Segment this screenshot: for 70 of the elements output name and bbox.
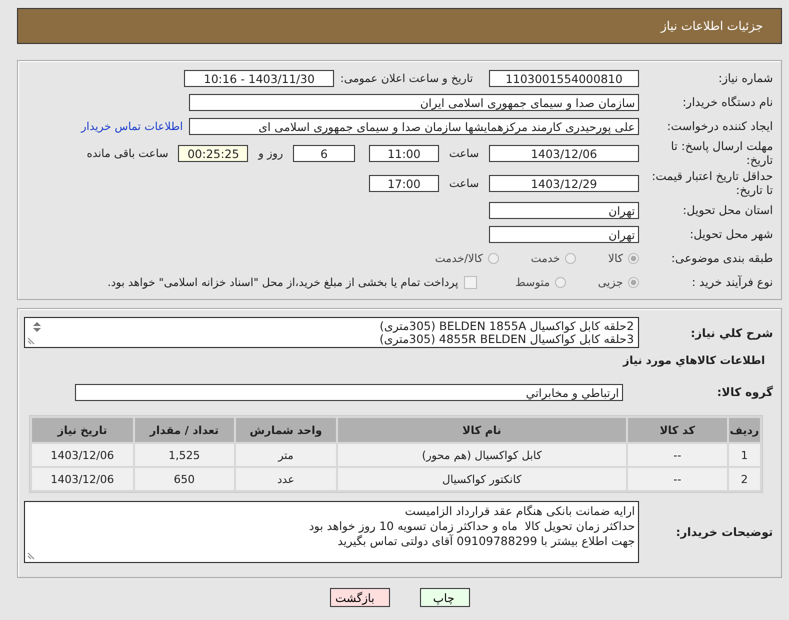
city-field: تهران — [489, 226, 639, 242]
requester-field: علی پورحیدری کارمند مرکزهمایشها سازمان صدا و سیمای جمهوری اسلامی ای — [189, 118, 639, 134]
page-title: جزئیات اطلاعات نیاز — [660, 19, 763, 33]
table-cell: 1403/12/06 — [32, 444, 133, 466]
field-label: طبقه بندی موضوعی: — [670, 251, 773, 265]
description-line: 3حلقه کابل کواکسیال 4855R BELDEN (305متری) — [378, 333, 634, 346]
payment-checkbox[interactable] — [464, 276, 478, 288]
field-label: نام دستگاه خریدار: — [681, 95, 773, 109]
table-cell: -- — [628, 444, 727, 466]
buyer-field: سازمان صدا و سیمای جمهوری اسلامی ایران — [189, 94, 639, 110]
table-cell: -- — [628, 468, 727, 490]
table-cell: 1 — [728, 444, 760, 466]
table-cell: 1,525 — [134, 444, 234, 466]
field-label: ساعت باقی مانده — [86, 146, 168, 160]
field-label: نوع فرآیند خرید : — [690, 275, 773, 289]
field-label: ایجاد کننده درخواست: — [666, 119, 773, 133]
process-radio[interactable]: جزیی — [598, 276, 639, 288]
column-header: تعداد / مقدار — [134, 418, 234, 442]
field-label: شماره نیاز: — [717, 71, 773, 85]
announce-date-field: 1403/11/30 - 10:16 — [184, 70, 334, 86]
buyer-notes-textarea[interactable]: ارایه ضمانت بانکی هنگام عقد قرارداد الزامیست حداکثر زمان تحویل کالا ماه و حداکثر زمان تسویه 10 روز خواهد بود جهت اطلاع بیشتر با 09109788299 آقای دولتی تماس بگیرید — [24, 501, 639, 563]
table-cell: 2 — [728, 468, 760, 490]
time-field: 11:00 — [369, 144, 440, 162]
table-cell: 650 — [134, 468, 234, 490]
note-line: جهت اطلاع بیشتر با 09109788299 آقای دولتی تماس بگیرید — [336, 534, 635, 549]
note-line: ارایه ضمانت بانکی هنگام عقد قرارداد الزامیست — [404, 504, 635, 519]
process-radio[interactable]: متوسط — [515, 276, 566, 288]
column-header: نام کالا — [338, 418, 626, 442]
remaining-time-field: 00:25:25 — [178, 144, 248, 162]
table-cell: عدد — [236, 468, 336, 490]
table-cell: متر — [236, 444, 336, 466]
category-radio[interactable]: کالا/خدمت — [435, 252, 499, 264]
field-label: گروه کالا: — [716, 385, 773, 399]
table-cell: 1403/12/06 — [32, 468, 133, 490]
print-button[interactable]: چاپ — [420, 588, 470, 607]
field-label: استان محل تحویل: — [682, 203, 773, 217]
field-label: شهر محل تحویل: — [688, 227, 773, 241]
field-label: حداقل تاریخ اعتبار قیمت: تا تاریخ: — [650, 169, 773, 197]
need-number-field: 1103001554000810 — [489, 70, 639, 86]
province-field: تهران — [489, 202, 639, 218]
date-field: 1403/12/29 — [489, 174, 639, 192]
field-label: ساعت — [449, 146, 479, 160]
column-header: کد کالا — [628, 418, 727, 442]
resize-grip-icon[interactable] — [27, 550, 37, 560]
field-label: مهلت ارسال پاسخ: تا تاریخ: — [670, 139, 773, 167]
resize-grip-icon[interactable] — [27, 335, 37, 345]
description-textarea[interactable]: 2حلقه کابل کواکسیال BELDEN 1855A (305متری) 3حلقه کابل کواکسیال 4855R BELDEN (305متری) — [24, 317, 639, 348]
time-field: 17:00 — [369, 174, 440, 192]
description-line: 2حلقه کابل کواکسیال BELDEN 1855A (305متری) — [378, 320, 634, 333]
date-field: 1403/12/06 — [489, 144, 639, 162]
section-title: اطلاعات کالاهاي مورد نياز — [622, 354, 765, 367]
field-label: ساعت — [449, 176, 479, 190]
category-radio[interactable]: کالا — [608, 252, 639, 264]
column-header: واحد شمارش — [236, 418, 336, 442]
field-label: توضیحات خریدار: — [674, 525, 773, 539]
goods-group-field: ارتباطي و مخابراتي — [75, 384, 623, 400]
field-label: شرح کلي نياز: — [690, 326, 773, 340]
back-button[interactable]: بازگشت — [330, 588, 390, 607]
days-field: 6 — [293, 144, 356, 162]
table-cell: کانکتور کواکسیال — [338, 468, 626, 490]
buyer-contact-link[interactable]: اطلاعات تماس خریدار — [81, 120, 183, 132]
field-label: تاریخ و ساعت اعلان عمومی: — [340, 72, 473, 84]
category-radio[interactable]: خدمت — [530, 252, 576, 264]
scroll-arrows-icon[interactable] — [31, 320, 43, 334]
payment-label: پرداخت تمام یا بخشی از مبلغ خرید،از محل "اسناد خزانه اسلامی" خواهد بود. — [108, 276, 458, 288]
field-label: روز و — [258, 146, 284, 160]
column-header: ردیف — [728, 418, 760, 442]
column-header: تاریخ نیاز — [32, 418, 133, 442]
note-line: حداکثر زمان تحویل کالا ماه و حداکثر زمان تسویه 10 روز خواهد بود — [308, 519, 635, 534]
table-cell: کابل کواکسیال (هم محور) — [338, 444, 626, 466]
